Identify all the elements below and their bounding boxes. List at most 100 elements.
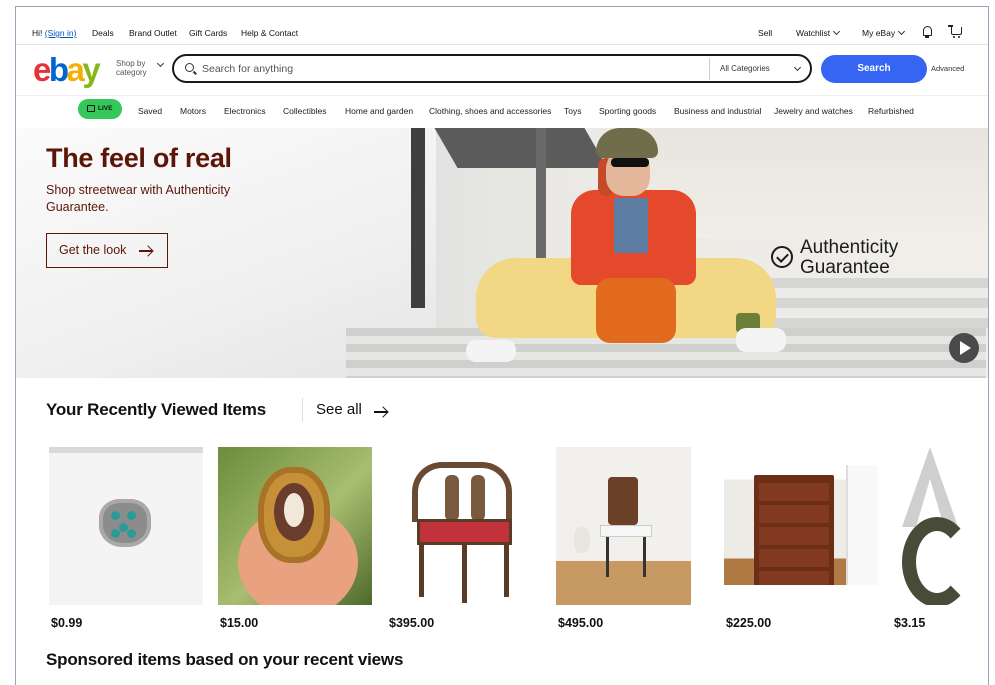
dresser-body <box>754 475 834 585</box>
shop-by-line2: category <box>116 68 147 77</box>
tv-icon <box>87 105 95 112</box>
recent-item-card[interactable]: $0.99 <box>49 447 203 630</box>
nav-item-sporting-goods[interactable]: Sporting goods <box>599 106 656 116</box>
chevron-down-icon <box>833 27 841 36</box>
cart-icon[interactable] <box>948 25 962 38</box>
logo-letter-b: b <box>48 51 69 88</box>
nav-item-business-industrial[interactable]: Business and industrial <box>674 106 761 116</box>
browser-page: Hi! (Sign in) Deals Brand Outlet Gift Ca… <box>15 6 989 685</box>
nav-item-toys[interactable]: Toys <box>564 106 581 116</box>
ebay-logo[interactable]: ebay <box>33 50 101 90</box>
logo-letter-a: a <box>66 51 85 88</box>
check-circle-icon <box>771 246 793 268</box>
category-select[interactable]: All Categories <box>709 58 810 80</box>
chevron-down-icon <box>898 27 906 36</box>
hero-title: The feel of real <box>46 143 232 173</box>
watchlist-menu[interactable]: Watchlist <box>796 27 841 38</box>
item-image-corner-chair[interactable] <box>387 447 541 605</box>
model-backpack <box>596 278 676 343</box>
shop-by-category-button[interactable]: Shop by category <box>116 59 165 77</box>
hero-model-image <box>456 128 786 378</box>
item-price: $15.00 <box>220 616 259 630</box>
watchlist-label: Watchlist <box>796 28 831 38</box>
authenticity-guarantee-text: Authenticity Guarantee <box>800 238 898 278</box>
room-chair-back <box>608 477 638 525</box>
item-price: $395.00 <box>389 616 435 630</box>
recent-item-card[interactable]: $225.00 <box>724 447 878 630</box>
nav-item-refurbished[interactable]: Refurbished <box>868 106 914 116</box>
logo-letter-y: y <box>82 51 100 88</box>
item-image-metal-letters[interactable] <box>892 447 972 605</box>
chevron-down-icon <box>793 63 802 72</box>
arrow-right-icon <box>374 411 387 413</box>
category-nav: LIVE Saved Motors Electronics Collectibl… <box>16 95 988 128</box>
gift-cards-link[interactable]: Gift Cards <box>189 28 227 38</box>
item-image-dresser[interactable] <box>724 465 878 585</box>
model-shoe-left <box>466 340 516 362</box>
my-ebay-label: My eBay <box>862 28 896 38</box>
top-utility-bar: Hi! (Sign in) Deals Brand Outlet Gift Ca… <box>16 7 988 45</box>
play-icon[interactable] <box>949 333 979 363</box>
chair-legs <box>419 545 509 603</box>
recent-item-card[interactable]: $15.00 <box>218 447 372 630</box>
section-divider <box>302 398 303 422</box>
hero-background-rail <box>411 128 425 308</box>
cameo-stone <box>274 483 314 541</box>
search-icon <box>185 63 194 72</box>
nav-item-clothing[interactable]: Clothing, shoes and accessories <box>429 106 551 116</box>
letter-c-shape <box>902 517 972 605</box>
model-shoe-right <box>736 328 786 352</box>
hero-banner[interactable]: The feel of real Shop streetwear with Au… <box>16 128 988 378</box>
recent-item-card[interactable]: $395.00 <box>387 447 541 630</box>
sell-link[interactable]: Sell <box>758 28 772 38</box>
greeting-text: Hi! <box>32 28 43 38</box>
deals-link[interactable]: Deals <box>92 28 114 38</box>
advanced-search-link[interactable]: Advanced <box>931 64 964 73</box>
category-select-value: All Categories <box>720 64 770 73</box>
search-button[interactable]: Search <box>821 55 927 83</box>
item-price: $495.00 <box>558 616 604 630</box>
nav-item-saved[interactable]: Saved <box>138 106 162 116</box>
brand-outlet-link[interactable]: Brand Outlet <box>129 28 177 38</box>
search-input[interactable] <box>202 60 702 78</box>
item-price: $225.00 <box>726 616 772 630</box>
nav-item-motors[interactable]: Motors <box>180 106 206 116</box>
chair-slats <box>445 475 459 521</box>
logo-letter-e: e <box>33 51 51 88</box>
room-vase <box>574 527 590 553</box>
see-all-link[interactable]: See all <box>316 401 387 418</box>
chevron-down-icon <box>156 59 165 68</box>
room-chair-seat <box>600 525 652 537</box>
live-button[interactable]: LIVE <box>78 99 122 119</box>
nav-item-collectibles[interactable]: Collectibles <box>283 106 326 116</box>
authenticity-line1: Authenticity <box>800 237 899 258</box>
recent-item-card[interactable]: $495.00 <box>556 447 691 630</box>
bell-icon[interactable] <box>923 26 932 38</box>
model-sunglasses <box>611 158 649 167</box>
room-door <box>846 465 878 585</box>
chair-seat <box>417 519 512 545</box>
ring-gem <box>99 499 151 547</box>
letter-a-shape <box>902 447 958 527</box>
shop-by-line1: Shop by <box>116 59 146 68</box>
item-image-mid-century-chair[interactable] <box>556 447 691 605</box>
my-ebay-menu[interactable]: My eBay <box>862 27 906 38</box>
nav-item-home-and-garden[interactable]: Home and garden <box>345 106 413 116</box>
search-bar: All Categories <box>172 54 812 83</box>
arrow-right-icon <box>139 250 152 252</box>
item-image-cameo-ring[interactable] <box>218 447 372 605</box>
live-label: LIVE <box>98 105 113 112</box>
recently-viewed-title: Your Recently Viewed Items <box>46 400 266 419</box>
help-contact-link[interactable]: Help & Contact <box>241 28 298 38</box>
nav-item-jewelry-watches[interactable]: Jewelry and watches <box>774 106 853 116</box>
nav-item-electronics[interactable]: Electronics <box>224 106 266 116</box>
chair-back <box>412 462 512 522</box>
get-the-look-label: Get the look <box>59 243 127 257</box>
item-image-turquoise-ring[interactable] <box>49 447 203 605</box>
get-the-look-button[interactable]: Get the look <box>46 233 168 268</box>
see-all-label: See all <box>316 401 362 418</box>
sign-in-link[interactable]: (Sign in) <box>45 28 77 38</box>
item-price: $3.15 <box>894 616 926 630</box>
recent-item-card[interactable]: $3.15 <box>892 447 972 630</box>
model-shirt <box>614 198 648 253</box>
